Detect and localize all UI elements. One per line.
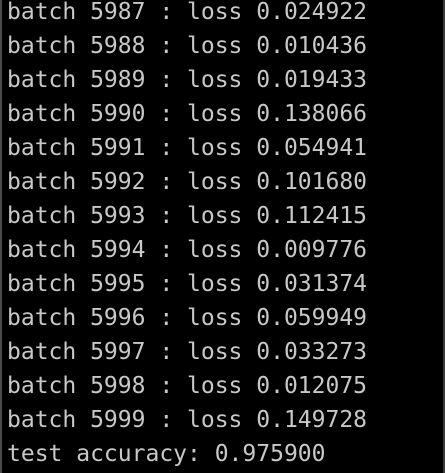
console-line: batch 5995 : loss 0.031374 xyxy=(7,271,368,297)
console-line: batch 5992 : loss 0.101680 xyxy=(7,169,368,195)
console-line: batch 5998 : loss 0.012075 xyxy=(7,373,368,399)
console-left-border xyxy=(0,0,2,473)
console-line: batch 5999 : loss 0.149728 xyxy=(7,407,368,433)
console-line: batch 5997 : loss 0.033273 xyxy=(7,339,368,365)
console-line: batch 5989 : loss 0.019433 xyxy=(7,67,368,93)
test-accuracy-line: test accuracy: 0.975900 xyxy=(7,441,326,467)
console-line: batch 5990 : loss 0.138066 xyxy=(7,101,368,127)
console-line: batch 5991 : loss 0.054941 xyxy=(7,135,368,161)
console-line: batch 5993 : loss 0.112415 xyxy=(7,203,368,229)
console-window[interactable]: batch 5987 : loss 0.024922 batch 5988 : … xyxy=(0,0,445,473)
console-line: batch 5994 : loss 0.009776 xyxy=(7,237,368,263)
console-line: batch 5988 : loss 0.010436 xyxy=(7,33,368,59)
console-line: batch 5996 : loss 0.059949 xyxy=(7,305,368,331)
console-line: batch 5987 : loss 0.024922 xyxy=(7,0,368,25)
